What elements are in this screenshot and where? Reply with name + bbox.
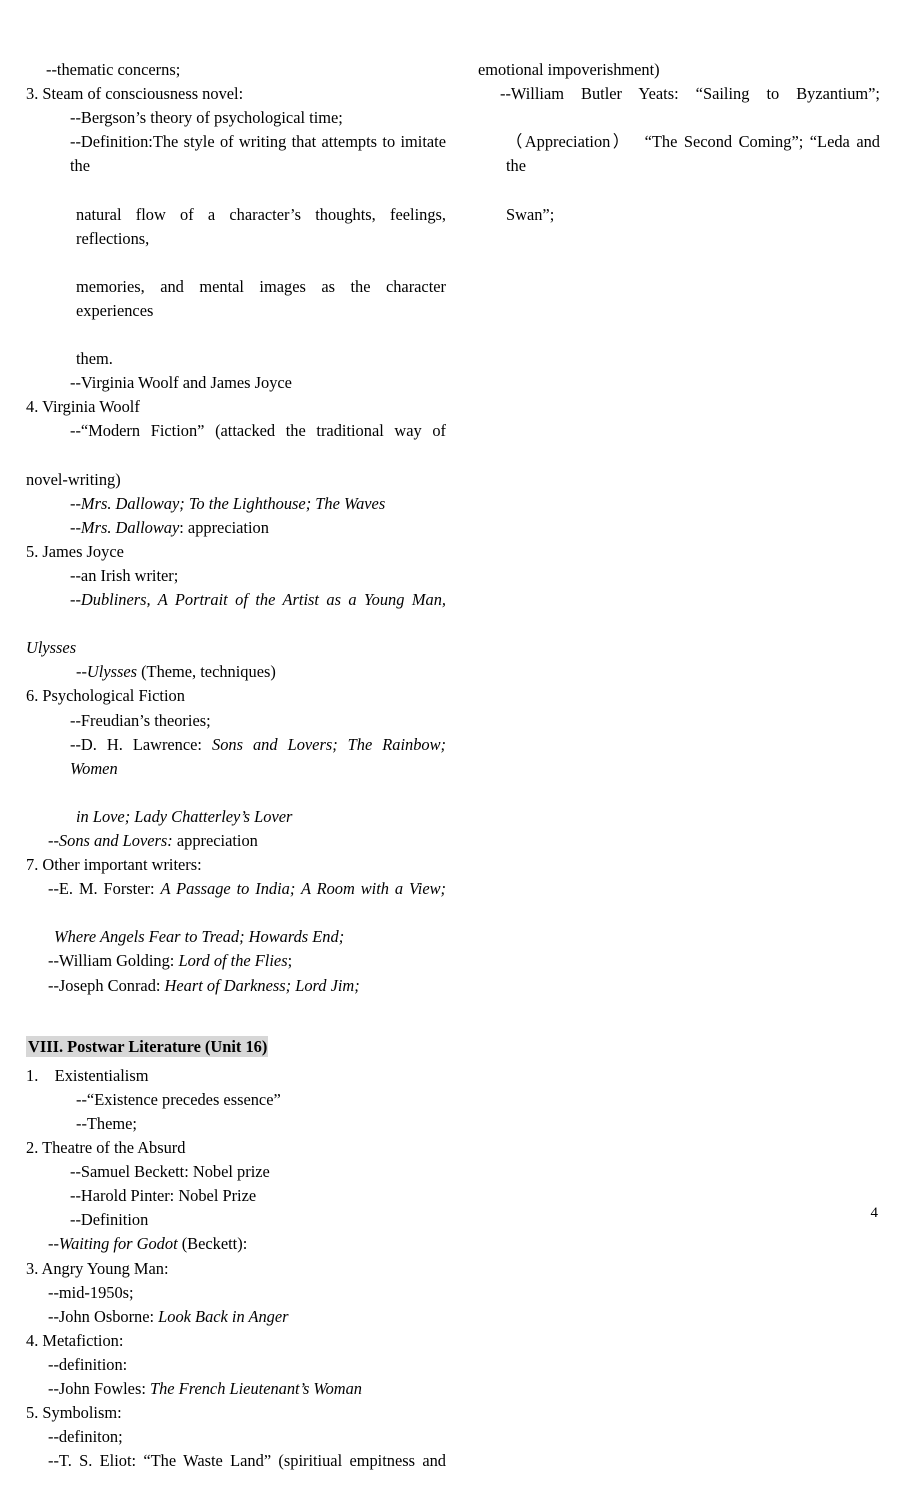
body-line: --Freudian’s theories; — [70, 710, 211, 730]
body-line: --William Butler Yeats: “Sailing to Byza… — [500, 84, 880, 104]
body-line: --“Existence precedes essence” — [76, 1089, 281, 1109]
body-line: （Appreciation） “The Second Coming”; “Led… — [506, 132, 885, 176]
list-item-6: 6. Psychological Fiction — [26, 686, 185, 706]
section-heading-text: VIII. Postwar Literature (Unit 16) — [26, 1035, 269, 1057]
dash-prefix: -- — [48, 1234, 59, 1254]
right-text-column: emotional impoverishment) --William Butl… — [478, 58, 880, 227]
body-line: Swan”; — [506, 204, 555, 224]
body-line: --T. S. Eliot: “The Waste Land” (spiriti… — [48, 1451, 446, 1471]
body-line: them. — [76, 349, 113, 369]
body-line: --Ulysses (Theme, techniques) — [26, 660, 446, 684]
work-title: Heart of Darkness; Lord Jim; — [164, 975, 360, 995]
body-text: ; — [287, 951, 293, 971]
body-line: --Waiting for Godot (Beckett): — [26, 1232, 446, 1256]
section-heading-viii: VIII. Postwar Literature (Unit 16) — [26, 1035, 446, 1058]
list-item-3: 3. Steam of consciousness novel: — [26, 84, 244, 104]
body-line: --Samuel Beckett: Nobel prize — [70, 1162, 270, 1182]
body-line: --definiton; — [48, 1427, 123, 1447]
body-line: --Definition:The style of writing that a… — [70, 132, 451, 176]
body-text: --John Fowles: — [48, 1378, 150, 1398]
body-line: --Harold Pinter: Nobel Prize — [70, 1186, 257, 1206]
work-title: Ulysses — [86, 662, 137, 682]
work-title: Lord of the Flies — [178, 951, 288, 971]
list-item-4b: 4. Metafiction: — [26, 1330, 124, 1350]
list-item-1: 1. Existentialism — [26, 1065, 149, 1085]
body-line: memories, and mental images as the chara… — [76, 276, 451, 320]
work-title: A Passage to India; A Room with a View; — [160, 879, 446, 899]
work-title: Sons and Lovers: — [58, 831, 173, 850]
work-title: Mrs. Dalloway; To the Lighthouse; The Wa… — [80, 493, 386, 513]
body-line: --Definition — [70, 1210, 149, 1230]
dash-prefix: -- — [70, 517, 81, 537]
dash-prefix: -- — [70, 590, 81, 610]
body-line: --an Irish writer; — [70, 565, 179, 585]
list-item-5b: 5. Symbolism: — [26, 1403, 122, 1423]
body-line: --Mrs. Dalloway: appreciation — [26, 516, 446, 540]
body-line: --Theme; — [76, 1113, 137, 1133]
body-line: --Sons and Lovers: appreciation — [26, 829, 446, 853]
list-item-5: 5. James Joyce — [26, 541, 124, 561]
body-line: --Joseph Conrad: Heart of Darkness; Lord… — [26, 974, 446, 998]
body-line: --mid-1950s; — [48, 1282, 134, 1302]
body-line: --“Modern Fiction” (attacked the traditi… — [70, 421, 446, 441]
body-text: --E. M. Forster: — [48, 879, 161, 899]
body-line: --Dubliners, A Portrait of the Artist as… — [26, 588, 446, 636]
list-item-2: 2. Theatre of the Absurd — [26, 1138, 186, 1158]
work-title: Look Back in Anger — [158, 1306, 289, 1326]
body-line: --Bergson’s theory of psychological time… — [70, 108, 343, 128]
body-text: --John Osborne: — [48, 1306, 159, 1326]
body-line: emotional impoverishment) — [478, 60, 660, 79]
work-title: Mrs. Dalloway — [80, 517, 180, 537]
body-line: --Virginia Woolf and James Joyce — [70, 373, 292, 393]
work-title: Waiting for Godot — [58, 1234, 178, 1254]
body-line: novel-writing) — [26, 469, 121, 489]
dash-prefix: -- — [70, 493, 81, 513]
body-text: --Joseph Conrad: — [48, 975, 165, 995]
body-line: --John Fowles: The French Lieutenant’s W… — [26, 1377, 446, 1401]
list-item-4: 4. Virginia Woolf — [26, 397, 140, 417]
body-text: appreciation — [172, 831, 258, 850]
body-text: : appreciation — [179, 517, 269, 537]
body-line: --Mrs. Dalloway; To the Lighthouse; The … — [26, 492, 446, 516]
body-line: --definition: — [48, 1354, 128, 1374]
body-text: --D. H. Lawrence: — [70, 734, 212, 754]
body-line: --thematic concerns; — [46, 60, 181, 79]
list-item-3b: 3. Angry Young Man: — [26, 1258, 169, 1278]
body-line: natural flow of a character’s thoughts, … — [76, 204, 451, 248]
dash-prefix: -- — [48, 831, 59, 850]
body-line: --John Osborne: Look Back in Anger — [26, 1305, 446, 1329]
list-item-7: 7. Other important writers: — [26, 855, 202, 875]
body-line: --William Golding: Lord of the Flies; — [26, 949, 446, 973]
page-number: 4 — [870, 1205, 879, 1221]
work-title: Ulysses — [26, 638, 77, 658]
body-text: (Theme, techniques) — [137, 662, 276, 682]
body-line: --D. H. Lawrence: Sons and Lovers; The R… — [26, 733, 446, 805]
work-title: Dubliners, A Portrait of the Artist as a… — [80, 590, 446, 610]
left-text-column: --thematic concerns; 3. Steam of conscio… — [26, 58, 446, 1497]
body-line: --E. M. Forster: A Passage to India; A R… — [26, 877, 446, 925]
work-title: Where Angels Fear to Tread; Howards End; — [54, 927, 345, 947]
body-text: --William Golding: — [48, 951, 179, 971]
document-page: --thematic concerns; 3. Steam of conscio… — [0, 0, 920, 1470]
body-text: (Beckett): — [177, 1234, 248, 1254]
work-title: The French Lieutenant’s Woman — [150, 1378, 363, 1398]
dash-prefix: -- — [76, 662, 87, 682]
work-title: in Love; Lady Chatterley’s Lover — [76, 806, 293, 826]
